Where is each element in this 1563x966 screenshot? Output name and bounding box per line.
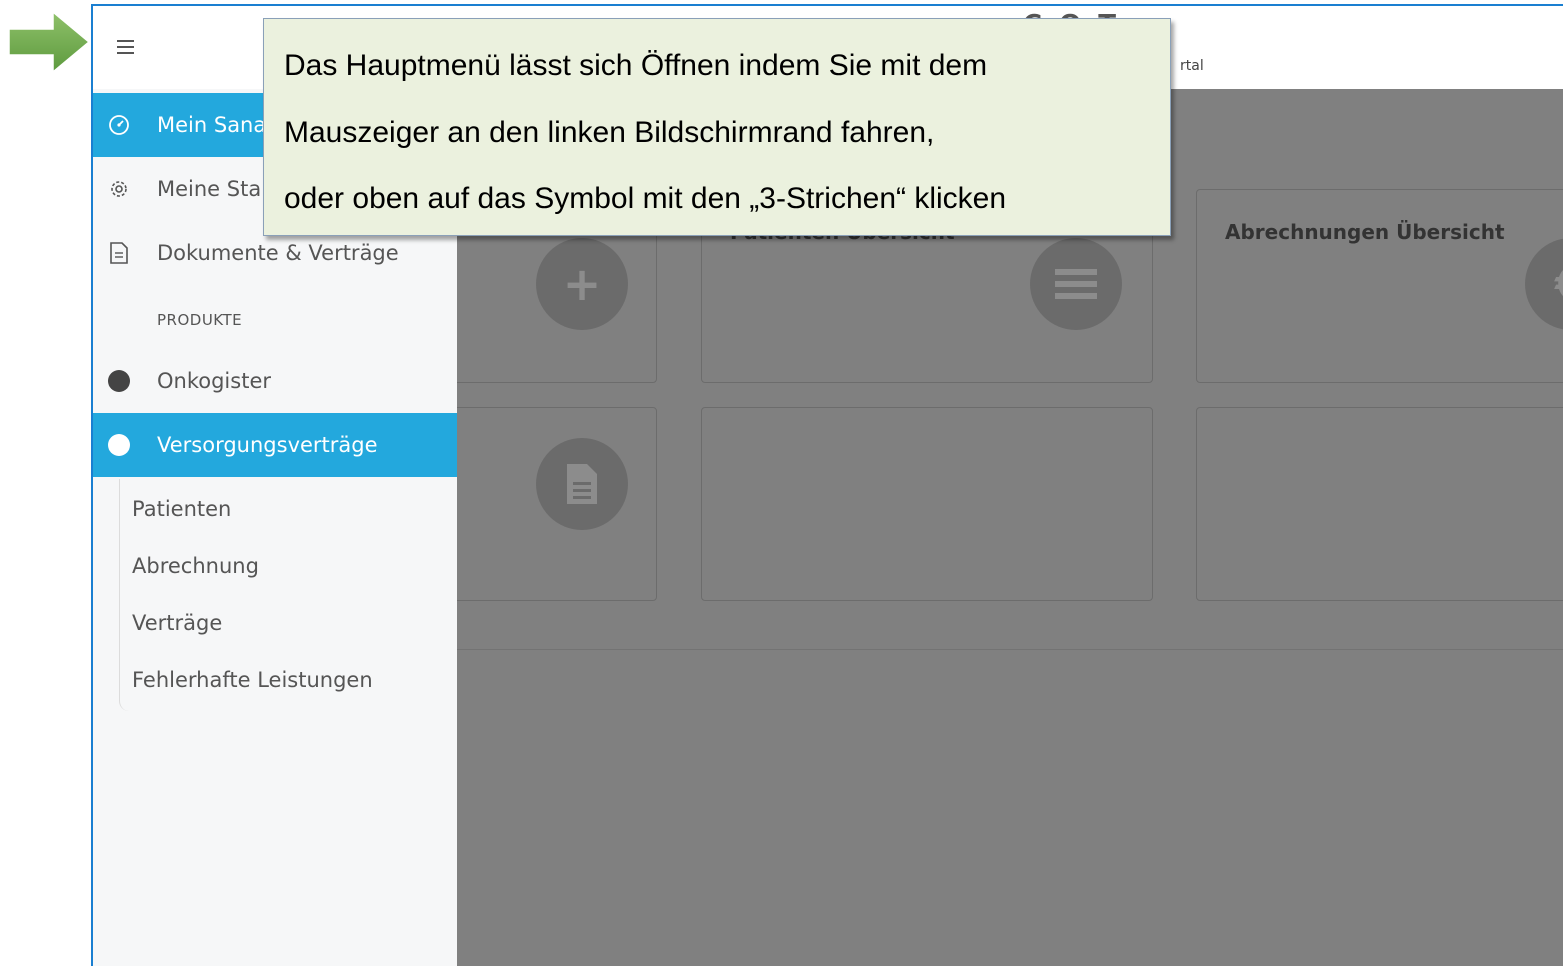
sidebar-item-label: Meine Star: [157, 177, 270, 201]
portal-label: rtal: [1180, 58, 1204, 74]
dashboard-card[interactable]: [701, 407, 1153, 601]
document-icon: [108, 242, 130, 264]
subnav: Patienten Abrechnung Verträge Fehlerhaft…: [119, 479, 458, 711]
section-label-products: PRODUKTE: [157, 311, 243, 329]
callout-line: Das Hauptmenü lässt sich Öffnen indem Si…: [284, 49, 988, 82]
subnav-item-fehlerhafte-leistungen[interactable]: Fehlerhafte Leistungen: [132, 668, 373, 692]
subnav-item-abrechnung[interactable]: Abrechnung: [132, 554, 259, 578]
file-icon: [536, 438, 628, 530]
subnav-item-patienten[interactable]: Patienten: [132, 497, 231, 521]
sidebar-item-versorgungsvertraege[interactable]: Versorgungsverträge: [93, 413, 457, 477]
green-arrow-pointer: [9, 12, 91, 72]
card-title: Abrechnungen Übersicht: [1225, 220, 1505, 244]
sidebar-item-label: Onkogister: [157, 369, 271, 393]
dot-icon: [108, 370, 130, 392]
sidebar-item-label: Dokumente & Verträge: [157, 241, 399, 265]
hamburger-icon[interactable]: [113, 34, 139, 60]
callout-line: Mauszeiger an den linken Bildschirmrand …: [284, 116, 935, 149]
gear-icon: [108, 178, 130, 200]
dot-icon: [108, 434, 130, 456]
list-icon: [1030, 238, 1122, 330]
instruction-callout: Das Hauptmenü lässt sich Öffnen indem Si…: [263, 18, 1171, 236]
subnav-item-vertraege[interactable]: Verträge: [132, 611, 222, 635]
plus-icon: +: [536, 238, 628, 330]
dashboard-card-abrechnungen[interactable]: Abrechnungen Übersicht €: [1196, 189, 1563, 383]
callout-line: oder oben auf das Symbol mit den „3-Stri…: [284, 182, 1007, 215]
sidebar-item-label: Mein Sana: [157, 113, 267, 137]
euro-icon: €: [1525, 238, 1563, 330]
sidebar-item-label: Versorgungsverträge: [157, 433, 378, 457]
sidebar-item-onkogister[interactable]: Onkogister: [93, 349, 457, 413]
divider: [457, 649, 1563, 650]
dashboard-icon: [108, 114, 130, 136]
dashboard-card[interactable]: [1196, 407, 1563, 601]
